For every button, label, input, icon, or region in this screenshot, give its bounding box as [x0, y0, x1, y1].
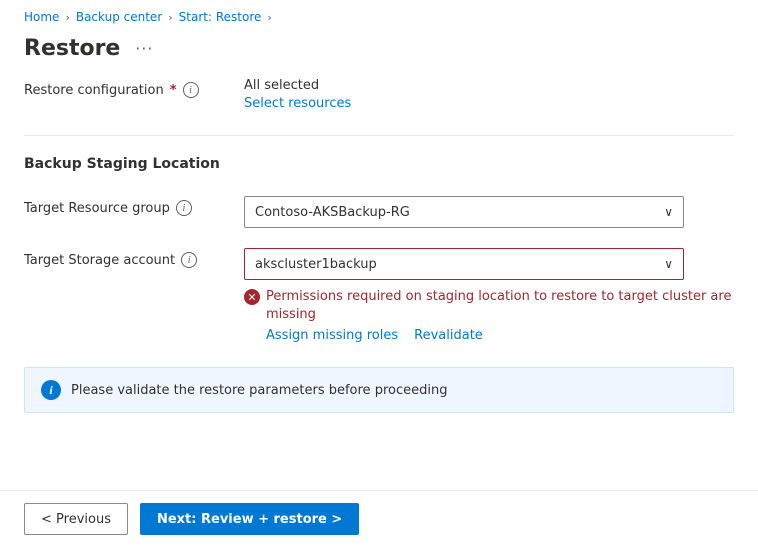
breadcrumb-sep-2: › — [168, 11, 172, 24]
target-resource-group-value: Contoso-AKSBackup-RG ∨ — [244, 196, 734, 228]
restore-config-label: Restore configuration * i — [24, 78, 244, 98]
all-selected-text: All selected — [244, 78, 734, 93]
target-resource-group-info-icon[interactable]: i — [176, 200, 192, 216]
restore-config-value: All selected Select resources — [244, 78, 734, 111]
restore-config-section: Restore configuration * i All selected S… — [24, 78, 734, 111]
breadcrumb-home[interactable]: Home — [24, 10, 59, 24]
restore-config-info-icon[interactable]: i — [183, 82, 199, 98]
target-resource-group-arrow-icon: ∨ — [664, 205, 673, 219]
target-resource-group-label-text: Target Resource group — [24, 201, 170, 216]
breadcrumb-start-restore[interactable]: Start: Restore — [179, 10, 262, 24]
validation-text: Please validate the restore parameters b… — [71, 383, 447, 398]
revalidate-link[interactable]: Revalidate — [414, 328, 483, 343]
backup-staging-section: Backup Staging Location Target Resource … — [24, 156, 734, 343]
breadcrumb: Home › Backup center › Start: Restore › — [0, 0, 758, 30]
section-divider — [24, 135, 734, 136]
target-resource-group-dropdown[interactable]: Contoso-AKSBackup-RG ∨ — [244, 196, 684, 228]
error-block: ✕ Permissions required on staging locati… — [244, 288, 734, 343]
next-button[interactable]: Next: Review + restore > — [140, 503, 359, 535]
page-header: Restore ··· — [0, 30, 758, 78]
target-storage-account-label: Target Storage account i — [24, 248, 244, 268]
previous-button[interactable]: < Previous — [24, 503, 128, 535]
main-content: Restore configuration * i All selected S… — [0, 78, 758, 413]
breadcrumb-sep-3: › — [267, 11, 271, 24]
target-resource-group-row: Target Resource group i Contoso-AKSBacku… — [24, 196, 734, 228]
footer: < Previous Next: Review + restore > — [0, 490, 758, 547]
required-indicator: * — [170, 83, 177, 98]
breadcrumb-backup-center[interactable]: Backup center — [76, 10, 162, 24]
validation-banner: i Please validate the restore parameters… — [24, 367, 734, 413]
page-title: Restore — [24, 36, 120, 61]
restore-config-row: Restore configuration * i All selected S… — [24, 78, 734, 111]
target-resource-group-selected: Contoso-AKSBackup-RG — [255, 205, 410, 220]
error-actions: Assign missing roles Revalidate — [266, 328, 734, 343]
error-icon: ✕ — [244, 289, 260, 305]
target-storage-account-info-icon[interactable]: i — [181, 252, 197, 268]
target-storage-account-dropdown[interactable]: akscluster1backup ∨ — [244, 248, 684, 280]
validation-info-icon: i — [41, 380, 61, 400]
ellipsis-button[interactable]: ··· — [130, 34, 158, 62]
error-message: Permissions required on staging location… — [266, 288, 734, 324]
backup-staging-heading: Backup Staging Location — [24, 156, 734, 180]
restore-config-label-text: Restore configuration — [24, 83, 164, 98]
breadcrumb-sep-1: › — [65, 11, 69, 24]
assign-missing-roles-link[interactable]: Assign missing roles — [266, 328, 398, 343]
target-storage-account-value: akscluster1backup ∨ ✕ Permissions requir… — [244, 248, 734, 343]
target-storage-account-row: Target Storage account i akscluster1back… — [24, 248, 734, 343]
select-resources-link[interactable]: Select resources — [244, 96, 351, 111]
target-storage-account-arrow-icon: ∨ — [664, 257, 673, 271]
target-storage-account-label-text: Target Storage account — [24, 253, 175, 268]
target-storage-account-selected: akscluster1backup — [255, 257, 377, 272]
target-resource-group-label: Target Resource group i — [24, 196, 244, 216]
error-content: Permissions required on staging location… — [266, 288, 734, 343]
